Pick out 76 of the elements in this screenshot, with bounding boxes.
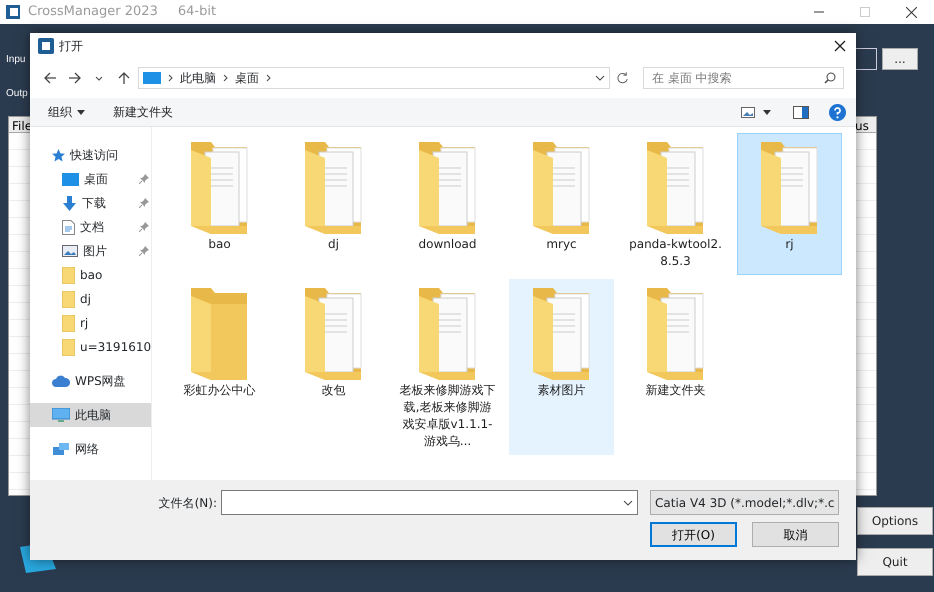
network-icon [52,442,70,456]
cancel-button[interactable]: 取消 [752,522,839,547]
open-button[interactable]: 打开(O) [650,522,737,547]
pin-icon [139,246,149,256]
pin-icon [139,198,149,208]
sidebar-item[interactable]: 下载 [30,191,151,215]
folder-icon [62,290,75,308]
app-logo-icon [6,5,20,19]
dropdown-chevron-icon[interactable] [594,73,605,83]
picture-icon [62,245,78,257]
new-folder-button[interactable]: 新建文件夹 [107,101,179,123]
sidebar-item[interactable]: rj [30,311,151,335]
folder-item[interactable]: dj [281,133,386,275]
dialog-title: 打开 [59,38,83,54]
folder-item[interactable]: 素材图片 [509,279,614,455]
refresh-icon[interactable] [616,71,629,85]
folder-item[interactable]: download [395,133,500,275]
folder-item[interactable]: 老板来修脚游戏下载,老板来修脚游戏安卓版v1.1.1-游戏乌... [395,279,500,455]
monitor-icon [62,172,79,186]
folder-item[interactable]: 彩虹办公中心 [167,279,272,455]
cloud-icon [52,375,70,387]
quit-button[interactable]: Quit [857,548,933,576]
sidebar-item[interactable]: WPS网盘 [30,369,151,393]
sidebar-item[interactable]: 文档 [30,215,151,239]
sidebar-item[interactable]: 网络 [30,437,151,461]
preview-pane-icon[interactable] [793,106,809,118]
address-bar[interactable]: 此电脑 桌面 [138,67,610,89]
sidebar-item[interactable]: 此电脑 [30,403,151,427]
sidebar-item[interactable]: u=3191610 [30,335,151,359]
close-icon[interactable] [906,6,916,18]
back-arrow-icon[interactable] [43,71,58,85]
search-field[interactable]: 在 桌面 中搜索 [642,67,844,89]
star-icon [52,148,65,162]
folder-item[interactable]: 改包 [281,279,386,455]
folder-icon [62,266,75,284]
folder-item[interactable]: panda-kwtool2.8.5.3 [623,133,728,275]
folder-item[interactable]: bao [167,133,272,275]
input-label: Inpu [6,52,26,66]
file-type-dropdown[interactable]: Catia V4 3D (*.model;*.dlv;*.c [650,490,839,515]
help-icon[interactable] [829,104,846,120]
pin-icon [139,222,149,232]
sidebar-item[interactable]: 快速访问 [30,143,151,167]
window-title: CrossManager 2023 [28,3,158,22]
folder-item[interactable]: rj [737,133,842,275]
dialog-icon [38,38,54,54]
output-label: Outp [6,86,28,100]
folder-item[interactable]: 新建文件夹 [623,279,728,455]
organize-menu-button[interactable]: 组织 [42,101,91,123]
chevron-right-icon [264,73,272,83]
forward-arrow-icon[interactable] [68,71,82,85]
sidebar-item[interactable]: 图片 [30,239,151,263]
options-button[interactable]: Options [857,507,933,535]
search-icon [824,72,836,84]
sidebar-item[interactable]: 桌面 [30,167,151,191]
folder-icon [62,338,75,356]
close-icon[interactable] [834,40,846,52]
folder-icon [62,314,75,332]
up-arrow-icon[interactable] [116,71,131,85]
folder-item[interactable]: mryc [509,133,614,275]
document-icon [62,220,75,234]
pin-icon [139,174,149,184]
breadcrumb-item[interactable]: 桌面 [234,69,259,87]
view-picture-icon[interactable] [741,106,755,118]
breadcrumb-item[interactable]: 此电脑 [180,69,216,87]
filename-field[interactable] [221,490,638,515]
chevron-right-icon [222,73,229,83]
dropdown-chevron-icon [623,498,633,508]
sidebar-item[interactable]: bao [30,263,151,287]
filename-label: 文件名(N): [158,494,217,512]
sidebar-item[interactable]: dj [30,287,151,311]
computer-icon [52,408,70,422]
browse-button[interactable]: ... [882,48,918,70]
download-arrow-icon [62,196,77,210]
monitor-icon [142,71,161,85]
chevron-right-icon [166,73,174,83]
window-subtitle: 64-bit [178,3,216,22]
